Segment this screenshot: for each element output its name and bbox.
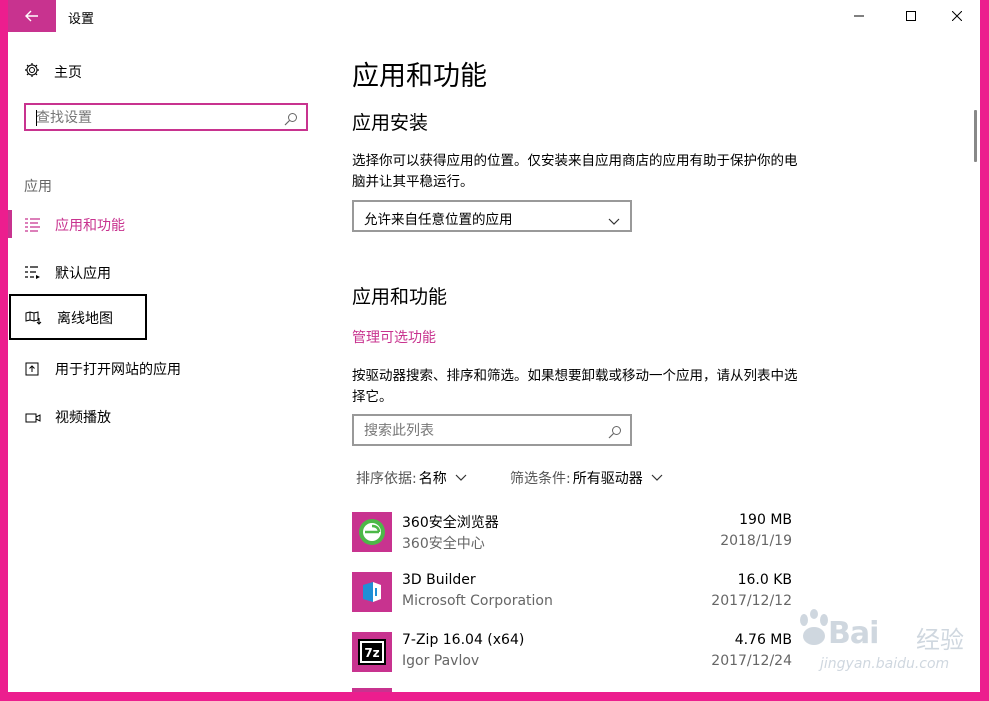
watermark-brand: Bai <box>828 616 879 651</box>
scrollbar-thumb[interactable] <box>974 110 977 162</box>
sidebar-item-default-apps[interactable]: 默认应用 <box>8 254 308 290</box>
install-heading: 应用安装 <box>352 112 429 134</box>
app-list-search-box[interactable] <box>352 414 632 446</box>
next-app-icon-partial <box>352 688 392 692</box>
close-button[interactable] <box>934 0 980 32</box>
minimize-button[interactable] <box>836 0 882 32</box>
sidebar-item-offline-maps[interactable]: 离线地图 <box>9 294 147 340</box>
app-name: 360安全浏览器 <box>402 515 499 531</box>
chevron-down-icon <box>608 211 620 230</box>
app-list-item[interactable]: 7z 7-Zip 16.04 (x64) Igor Pavlov 4.76 MB… <box>352 632 792 684</box>
search-icon <box>284 111 298 130</box>
app-name: 7-Zip 16.04 (x64) <box>402 632 525 648</box>
sort-label: 排序依据: <box>356 471 417 487</box>
dropdown-value: 允许来自任意位置的应用 <box>364 212 513 228</box>
text-cursor <box>36 110 37 126</box>
window-title: 设置 <box>68 12 95 27</box>
app-install-date: 2017/12/24 <box>711 653 792 669</box>
app-publisher: Igor Pavlov <box>402 653 480 669</box>
settings-search-input[interactable] <box>36 109 276 127</box>
minimize-icon <box>854 11 864 21</box>
chevron-down-icon <box>643 470 663 486</box>
apps-heading: 应用和功能 <box>352 286 448 308</box>
app-for-websites-icon <box>25 361 39 380</box>
app-publisher: Microsoft Corporation <box>402 593 553 609</box>
sidebar-item-video-playback[interactable]: 视频播放 <box>8 398 308 434</box>
settings-window: 设置 主页 应用 应用和功能 <box>8 0 980 692</box>
sidebar-item-apps-features[interactable]: 应用和功能 <box>8 206 308 242</box>
back-button[interactable] <box>8 0 56 32</box>
default-apps-icon <box>25 265 41 284</box>
sidebar-item-label: 离线地图 <box>57 311 113 327</box>
app-list-item[interactable]: 3D Builder Microsoft Corporation 16.0 KB… <box>352 572 792 624</box>
settings-search-box[interactable] <box>24 103 308 131</box>
watermark-url: jingyan.baidu.com <box>820 656 950 672</box>
title-bar: 设置 <box>8 0 980 32</box>
close-icon <box>952 11 962 21</box>
sidebar-item-label: 应用和功能 <box>55 218 125 234</box>
watermark-brand-cn: 经验 <box>916 626 964 654</box>
page-title: 应用和功能 <box>352 61 487 92</box>
chevron-down-icon <box>447 470 467 486</box>
home-label: 主页 <box>54 65 82 81</box>
sort-value: 名称 <box>418 471 447 487</box>
app-list-search-input[interactable] <box>364 422 604 440</box>
paw-icon <box>800 609 828 645</box>
app-size: 190 MB <box>739 512 792 528</box>
sidebar-item-apps-for-websites[interactable]: 用于打开网站的应用 <box>8 350 308 386</box>
svg-text:7z: 7z <box>364 646 379 660</box>
sidebar-item-label: 默认应用 <box>55 266 111 282</box>
install-source-dropdown[interactable]: 允许来自任意位置的应用 <box>352 200 632 232</box>
app-list-item[interactable]: 360安全浏览器 360安全中心 190 MB 2018/1/19 <box>352 512 792 564</box>
search-icon <box>608 424 622 443</box>
install-description: 选择你可以获得应用的位置。仅安装来自应用商店的应用有助于保护你的电脑并让其平稳运… <box>352 153 798 190</box>
360-browser-icon <box>352 512 392 552</box>
manage-optional-features-link[interactable]: 管理可选功能 <box>352 327 436 347</box>
apps-description: 按驱动器搜索、排序和筛选。如果想要卸载或移动一个应用，请从列表中选择它。 <box>352 368 798 405</box>
maximize-button[interactable] <box>888 0 934 32</box>
gear-icon <box>24 62 40 82</box>
baidu-watermark: Bai 经验 jingyan.baidu.com <box>792 600 980 690</box>
maximize-icon <box>906 11 916 21</box>
app-name: 3D Builder <box>402 572 476 588</box>
app-install-date: 2017/12/12 <box>711 593 792 609</box>
sidebar-item-label: 用于打开网站的应用 <box>55 362 181 378</box>
filter-label: 筛选条件: <box>510 471 571 487</box>
3d-builder-icon <box>352 572 392 612</box>
apps-list-icon <box>25 217 41 236</box>
filter-value: 所有驱动器 <box>572 471 643 487</box>
app-size: 16.0 KB <box>737 572 792 588</box>
home-nav[interactable]: 主页 <box>24 62 82 82</box>
app-size: 4.76 MB <box>734 632 792 648</box>
app-install-date: 2018/1/19 <box>720 533 792 549</box>
sort-by-dropdown[interactable]: 排序依据: 名称 <box>356 468 467 488</box>
app-publisher: 360安全中心 <box>402 536 485 552</box>
filter-by-dropdown[interactable]: 筛选条件: 所有驱动器 <box>510 468 663 488</box>
7zip-icon: 7z <box>352 632 392 672</box>
sidebar-section-label: 应用 <box>24 179 52 195</box>
offline-map-icon <box>25 310 42 329</box>
back-arrow-icon <box>25 7 39 26</box>
sidebar-item-label: 视频播放 <box>55 410 111 426</box>
video-icon <box>25 409 41 428</box>
